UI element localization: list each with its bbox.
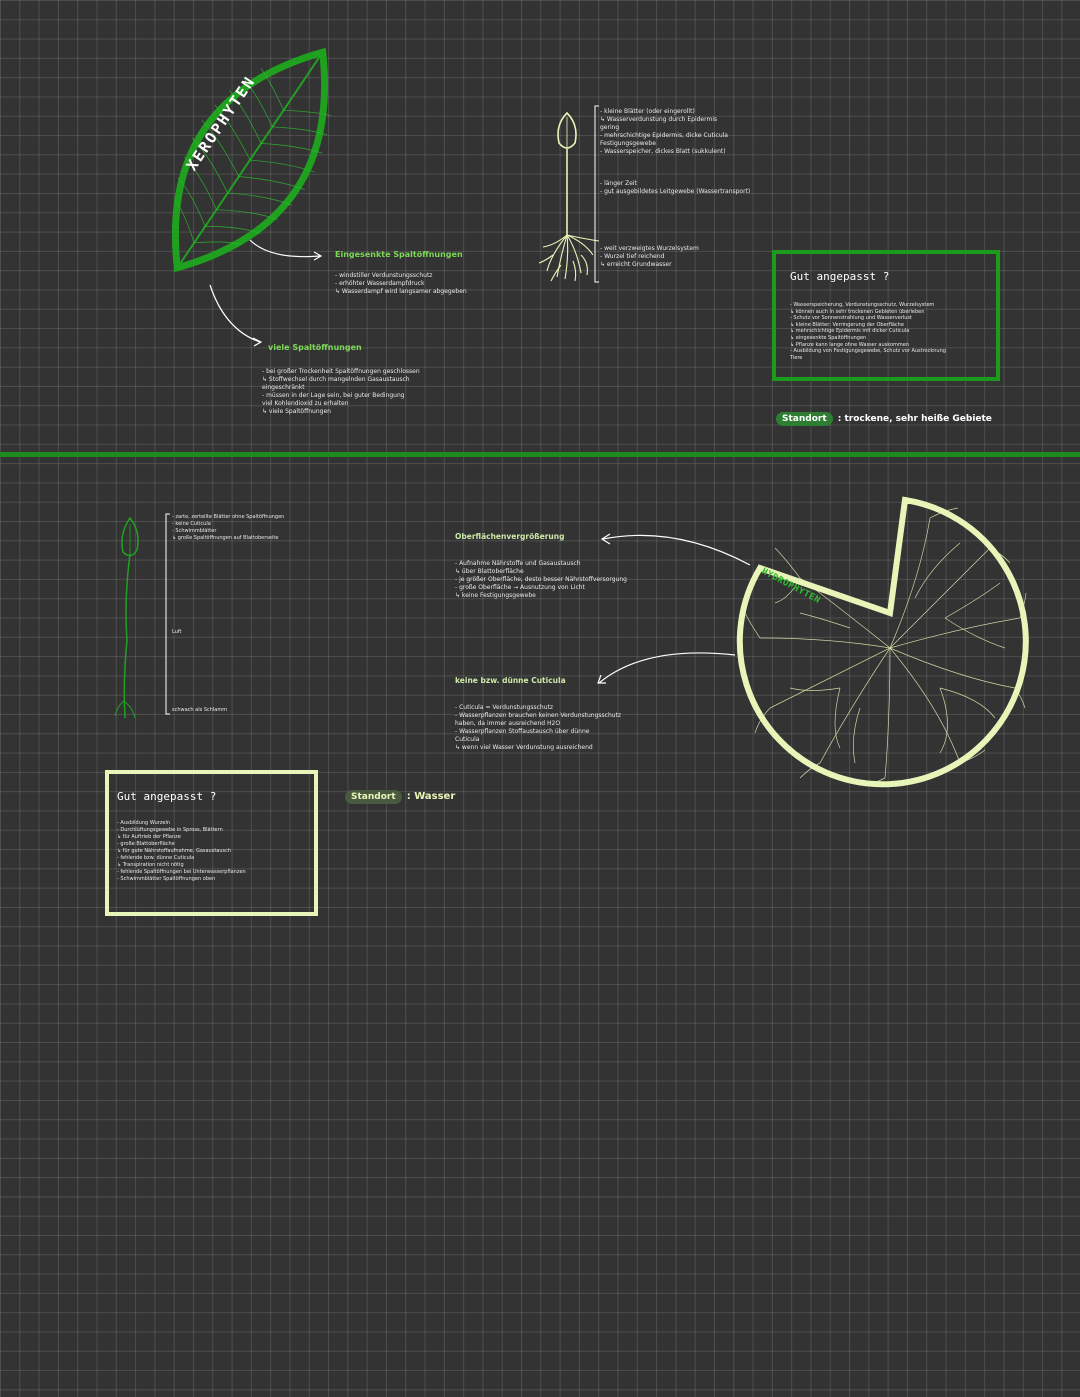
note-line: - fehlende Spaltöffnungen bei Unterwasse…	[117, 869, 246, 875]
note-line: ↳ Transpiration nicht nötig	[117, 862, 184, 868]
xero-eingesenkt-notes: - windstiller Verdunstungsschutz - erhöh…	[335, 272, 467, 296]
note-line: haben, da immer ausreichend H2O	[455, 720, 561, 727]
note-line: - weit verzweigtes Wurzelsystem	[600, 245, 699, 252]
xerophyten-arrows	[209, 239, 323, 347]
note-line: gering	[600, 124, 620, 131]
note-line: schwach als Schlamm	[172, 707, 228, 713]
standort-value: : trockene, sehr heiße Gebiete	[837, 414, 992, 424]
note-line: ↳ für Auftrieb der Pflanze	[117, 834, 181, 840]
note-line: - Wasserspeicher, dickes Blatt (sukkulen…	[600, 148, 726, 155]
standort-badge: Standort	[345, 790, 402, 804]
note-line: - zarte, zerteilte Blätter ohne Spaltöff…	[172, 514, 285, 520]
standort-badge: Standort	[776, 412, 833, 426]
hydro-adaptation-box: Gut angepasst ? - Ausbildung Wurzeln - D…	[105, 770, 318, 916]
box-notes: - Ausbildung Wurzeln - Durchlüftungsgewe…	[117, 820, 307, 883]
box-title: Gut angepasst ?	[790, 270, 890, 283]
note-line: Luft	[172, 629, 182, 635]
note-line: - mehrschichtige Epidermis, dicke Cuticu…	[600, 132, 728, 139]
box-notes: - Wasserspeicherung, Verdunstungsschutz,…	[790, 302, 986, 361]
note-line: ↳ viele Spaltöffnungen	[262, 408, 331, 415]
note-line: - fehlende bzw. dünne Cuticula	[117, 855, 195, 861]
note-line: ↳ eingesenkte Spaltöffnungen	[790, 334, 867, 341]
hydrophyten-plant-drawing	[114, 516, 139, 719]
note-line: ↳ mehrschichtige Epidermis mit dicker Cu…	[790, 328, 910, 335]
xero-plant-notes-mid: - länger Zeit - gut ausgebildetes Leitge…	[600, 180, 750, 196]
note-line: ↳ für gute Nährstoffaufnahme, Gasaustaus…	[117, 848, 232, 854]
note-line: - Wasserspeicherung, Verdunstungsschutz,…	[790, 302, 935, 308]
hydro-plant-notes-mid: Luft	[172, 628, 182, 636]
hydro-plant-notes-bottom: schwach als Schlamm	[172, 706, 227, 714]
note-line: - keine Cuticula	[172, 521, 211, 527]
note-line: - gut ausgebildetes Leitgewebe (Wassertr…	[600, 188, 751, 195]
note-line: - Cuticula = Verdunstungsschutz	[455, 704, 554, 711]
note-line: - große Blattoberfläche	[117, 841, 175, 847]
note-line: eingeschränkt	[262, 384, 305, 391]
note-line: - kleine Blätter (oder eingerollt)	[600, 108, 695, 115]
standort-value: : Wasser	[406, 791, 456, 802]
note-line: - Schwimmblätter	[172, 528, 217, 534]
note-line: Cuticula	[455, 736, 480, 743]
note-line: - Wasserpflanzen brauchen keinen Verduns…	[455, 712, 622, 719]
note-line: ↳ Wasserdampf wird langsamer abgegeben	[335, 288, 467, 295]
xero-adaptation-box: Gut angepasst ? - Wasserspeicherung, Ver…	[772, 250, 1000, 381]
hydro-plant-notes-top: - zarte, zerteilte Blätter ohne Spaltöff…	[172, 514, 284, 542]
note-line: ↳ große Spaltöffnungen auf Blattoberseit…	[172, 535, 279, 541]
note-line: - Schwimmblätter Spaltöffnungen oben	[117, 876, 216, 882]
section-divider	[0, 452, 1080, 457]
note-line: - Wurzel tief reichend	[600, 253, 665, 260]
note-line: - bei großer Trockenheit Spaltöffnungen …	[262, 368, 420, 375]
xero-heading-viele: viele Spaltöffnungen	[268, 343, 362, 352]
note-line: - Ausbildung Wurzeln	[117, 820, 171, 826]
note-line: ↳ können auch in sehr trockenen Gebieten…	[790, 308, 925, 315]
hydro-cuticula-notes: - Cuticula = Verdunstungsschutz - Wasser…	[455, 704, 621, 752]
xero-viele-notes: - bei großer Trockenheit Spaltöffnungen …	[262, 368, 420, 416]
note-line: - Schutz vor Sonnenstrahlung und Wasserv…	[790, 315, 912, 322]
hydro-heading-oberflaeche: Oberflächenvergrößerung	[455, 532, 565, 541]
note-line: Festigungsgewebe	[600, 140, 656, 147]
note-line: ↳ wenn viel Wasser Verdunstung ausreiche…	[455, 744, 593, 751]
xero-standort: Standort : trockene, sehr heiße Gebiete	[776, 406, 992, 426]
xero-plant-notes-top: - kleine Blätter (oder eingerollt) ↳ Was…	[600, 108, 728, 156]
note-line: ↳ Stoffwechsel durch mangelnden Gasausta…	[262, 376, 410, 383]
hydro-plant-bracket	[165, 513, 170, 715]
note-line: ↳ kleine Blätter: Verringerung der Oberf…	[790, 321, 904, 328]
note-line: viel Kohlendioxid zu erhalten	[262, 400, 349, 407]
note-line: ↳ Pflanze kann lange ohne Wasser auskomm…	[790, 341, 910, 348]
note-line: - länger Zeit	[600, 180, 637, 187]
note-line: Tiere	[790, 354, 803, 361]
note-line: - Ausbildung von Festigungsgewebe, Schut…	[790, 348, 946, 355]
note-line: - windstiller Verdunstungsschutz	[335, 272, 433, 279]
note-line: - müssen in der Lage sein, bei guter Bed…	[262, 392, 405, 399]
hydro-standort: Standort : Wasser	[345, 784, 455, 804]
xero-plant-notes-bottom: - weit verzweigtes Wurzelsystem - Wurzel…	[600, 245, 699, 269]
note-line: ↳ Wasserverdunstung durch Epidermis	[600, 116, 718, 123]
note-line: - Wasserpflanzen Stoffaustausch über dün…	[455, 728, 590, 735]
xero-heading-eingesenkt: Eingesenkte Spaltöffnungen	[335, 250, 463, 259]
hydro-heading-cuticula: keine bzw. dünne Cuticula	[455, 676, 566, 685]
note-line: ↳ erreicht Grundwasser	[600, 261, 672, 268]
note-line: - Durchlüftungsgewebe in Spross, Blätter…	[117, 827, 223, 833]
box-title: Gut angepasst ?	[117, 790, 217, 803]
hydrophyten-leaf-drawing	[736, 496, 1029, 788]
note-line: - erhöhter Wasserdampfdruck	[335, 280, 425, 287]
